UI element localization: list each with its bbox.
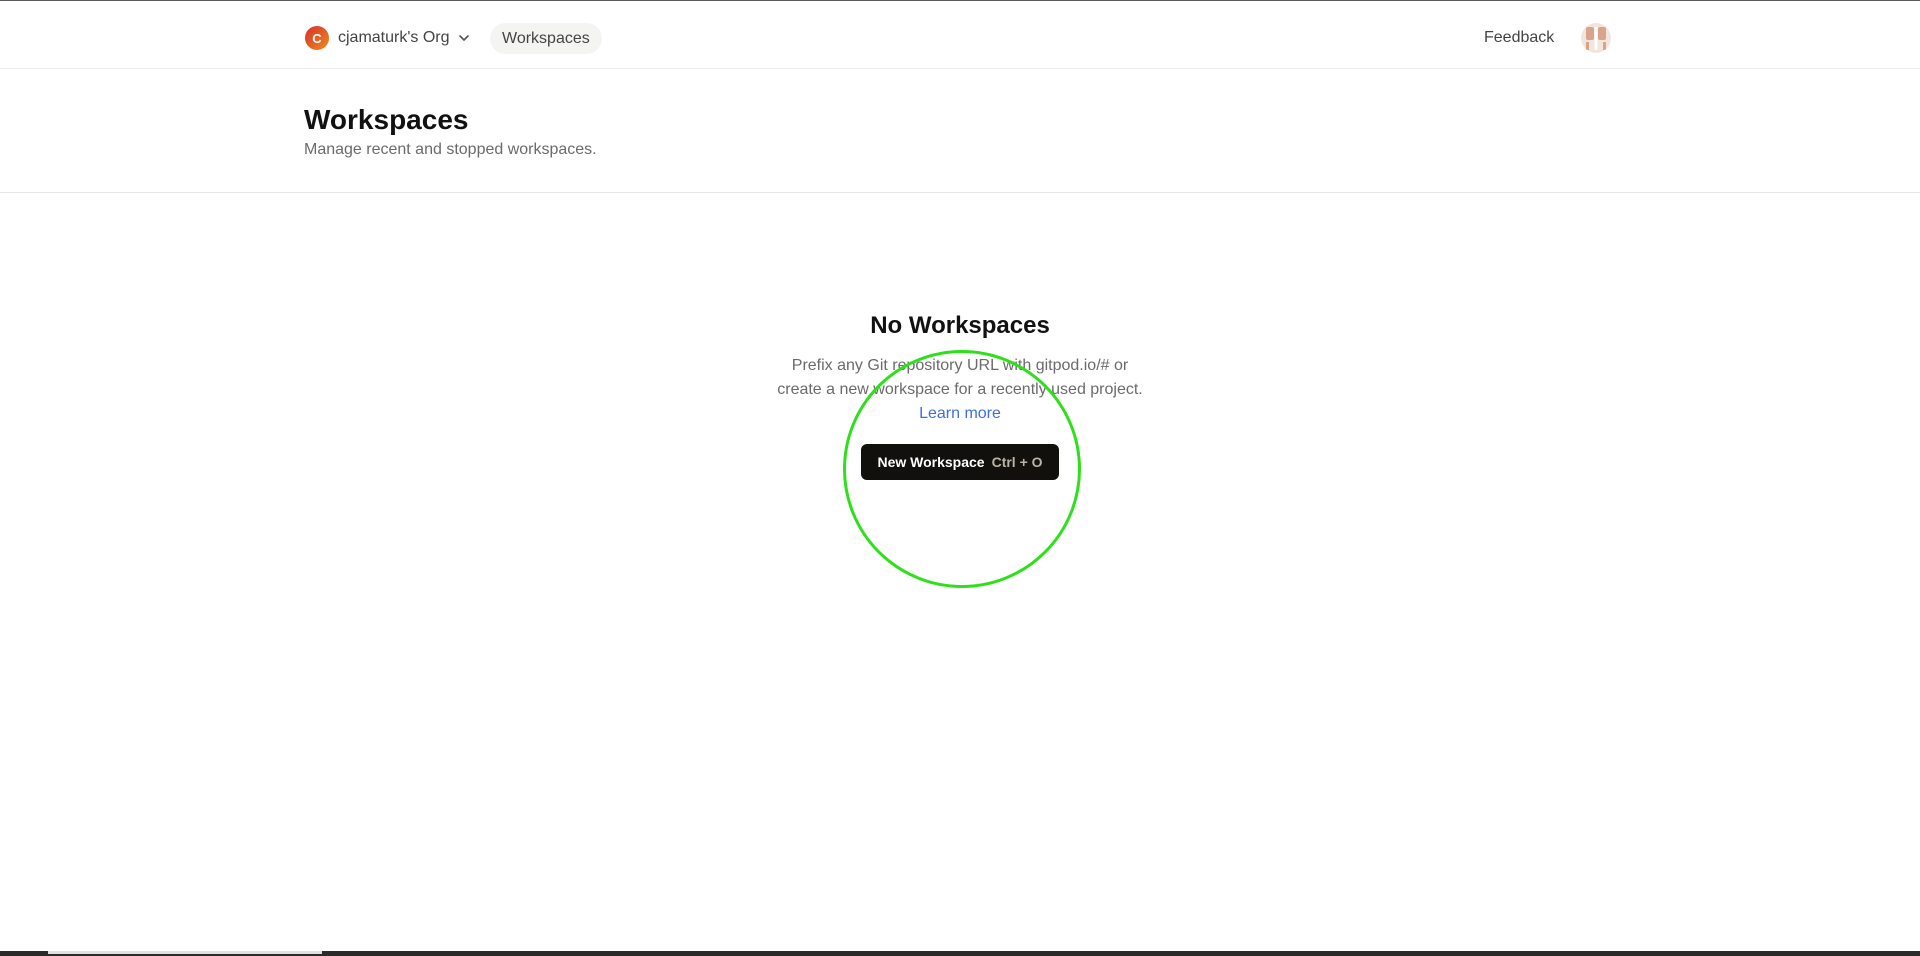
empty-state-description: Prefix any Git repository URL with gitpo… [770,354,1150,426]
user-avatar-icon[interactable] [1581,23,1611,53]
feedback-link[interactable]: Feedback [1484,29,1554,47]
page-subtitle: Manage recent and stopped workspaces. [304,141,597,158]
top-navigation-bar: C cjamaturk's Org Workspaces Feedback [0,1,1920,69]
horizontal-scrollbar[interactable] [48,951,322,954]
nav-tab-workspaces[interactable]: Workspaces [490,23,602,54]
empty-state-description-line1: Prefix any Git repository URL with gitpo… [791,357,1129,374]
org-switcher[interactable]: C cjamaturk's Org [305,23,470,53]
page-header: Workspaces Manage recent and stopped wor… [0,70,1920,193]
new-workspace-button-label: New Workspace [877,454,985,470]
empty-state: No Workspaces Prefix any Git repository … [660,312,1260,480]
chevron-down-icon [458,35,469,41]
org-name: cjamaturk's Org [338,29,450,46]
user-avatar-image [1581,23,1611,53]
new-workspace-button[interactable]: New Workspace Ctrl + O [861,444,1059,480]
learn-more-link[interactable]: Learn more [770,402,1150,426]
keyboard-shortcut-hint: Ctrl + O [991,454,1043,470]
empty-state-title: No Workspaces [870,312,1050,339]
empty-state-description-line2: create a new workspace for a recently us… [777,381,1143,398]
page-title: Workspaces [304,104,469,135]
org-avatar: C [305,26,329,50]
